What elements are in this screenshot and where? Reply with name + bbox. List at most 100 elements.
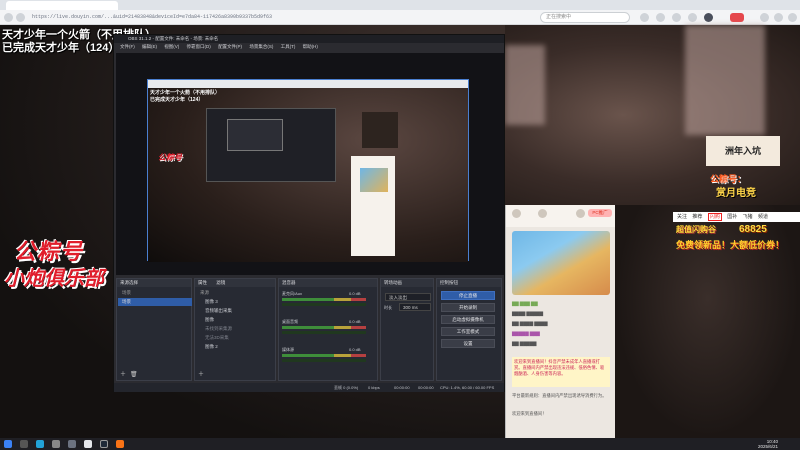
game-thumbnail[interactable] xyxy=(512,231,610,295)
transition-select[interactable]: 淡入淡出 xyxy=(385,293,431,301)
mixer-channel-label: 桌面音频 xyxy=(282,319,298,324)
system-clock[interactable]: 10:40 2025/6/21 xyxy=(758,439,778,449)
obs-icon[interactable] xyxy=(84,440,92,448)
gift-line-1: 超值闪购谷 xyxy=(676,225,716,234)
search-icon[interactable] xyxy=(20,440,28,448)
volume-slider[interactable] xyxy=(282,331,366,334)
nested-capture-3 xyxy=(227,119,283,151)
app-icon[interactable] xyxy=(116,440,124,448)
tab-flash-sale[interactable]: 闪购 xyxy=(707,213,722,221)
blurred-region xyxy=(505,45,545,125)
controls-header: 控制按钮 xyxy=(437,279,501,287)
bell-icon[interactable] xyxy=(656,13,665,22)
menu-tools[interactable]: 工具(T) xyxy=(281,44,296,49)
menu-scene-collection[interactable]: 场景集合(S) xyxy=(249,44,273,49)
nested-promo xyxy=(362,112,398,148)
source-item[interactable]: 图像 3 xyxy=(197,298,273,306)
chat-message: 欢迎来到直播间！ xyxy=(512,411,547,416)
source-item[interactable]: 图像 xyxy=(197,316,273,324)
promo-banner: 洲年入坑 公粽号： 赏月电竞 xyxy=(706,136,784,199)
transition-duration-input[interactable]: 300 ms xyxy=(399,303,431,311)
obs-menu-bar: 文件(F) 编辑(E) 视图(V) 停靠窗口(D) 配置文件(P) 场景集合(S… xyxy=(114,43,504,51)
refresh-icon[interactable] xyxy=(16,13,25,22)
maximize-icon[interactable] xyxy=(774,13,783,22)
bitrate: 0 kbps xyxy=(368,385,380,390)
remove-scene-button[interactable]: 🗑 xyxy=(130,371,138,378)
mixer-header: 混音器 xyxy=(279,279,377,287)
obs-status-bar: 丢帧 0 (0.0%) 0 kbps 00:00:00 00:00:00 CPU… xyxy=(114,383,504,392)
virtual-camera-button[interactable]: 启动虚拟摄像机 xyxy=(441,315,495,324)
overlay-line-2: 已完成天才少年（124） xyxy=(2,42,120,54)
mixer-channel-db: 0.0 dB xyxy=(349,347,361,352)
app-icon[interactable] xyxy=(68,440,76,448)
source-item[interactable]: 图像 2 xyxy=(197,343,273,351)
menu-file[interactable]: 文件(F) xyxy=(120,44,135,49)
obs-window: OBS 31.1.2 - 配置文件: 未命名 - 场景: 未命名 文件(F) 编… xyxy=(113,34,505,392)
avatar[interactable] xyxy=(704,13,713,22)
obs-preview-canvas[interactable]: 天才少年一个火箭（不用排队） 已完成天才少年（124） 公粽号 xyxy=(116,53,504,275)
settings-button[interactable]: 设置 xyxy=(441,339,495,348)
browser-tab-active[interactable] xyxy=(6,1,118,10)
add-source-button[interactable]: ＋ xyxy=(198,369,204,378)
windows-start-icon[interactable] xyxy=(4,440,12,448)
chat-message: 平台最新规则：直播间内严禁出现诱导消费行为。 xyxy=(512,393,607,398)
search-icon[interactable] xyxy=(640,13,649,22)
app-icon[interactable] xyxy=(100,440,108,448)
nested-overlay-line-2: 已完成天才少年（124） xyxy=(150,97,204,103)
logo-line-2: 小炮俱乐部 xyxy=(4,268,104,290)
volume-slider[interactable] xyxy=(282,303,366,306)
source-item[interactable]: 未找到采集源 xyxy=(197,325,273,333)
tab-filters[interactable]: 滤镜 xyxy=(216,280,225,285)
close-icon[interactable] xyxy=(788,13,797,22)
tab-channel[interactable]: 频道 xyxy=(758,214,768,220)
stop-streaming-button[interactable]: 停止直播 xyxy=(441,291,495,300)
chat-message: ▇▇ ▇▇▇ ▇▇ xyxy=(512,301,538,306)
scene-item[interactable]: 场景 xyxy=(118,298,192,306)
transition-duration-label: 时长 xyxy=(384,305,392,310)
tab-follow[interactable]: 关注 xyxy=(677,214,687,220)
message-icon[interactable] xyxy=(672,13,681,22)
download-icon[interactable] xyxy=(688,13,697,22)
scenes-title: 场景 xyxy=(122,290,131,295)
start-recording-button[interactable]: 开始录制 xyxy=(441,303,495,312)
nested-browser-bar xyxy=(148,80,468,88)
tab-recommend[interactable]: 推荐 xyxy=(692,214,702,220)
minimize-icon[interactable] xyxy=(760,13,769,22)
url-input[interactable]: https://live.douyin.com/...&uid=21483848… xyxy=(32,13,272,22)
tab-subsidy[interactable]: 国补 xyxy=(727,214,737,220)
chat-message: ▇▇ ▇▇▇▇▇ xyxy=(512,341,537,346)
gift-icon[interactable] xyxy=(512,209,521,218)
menu-help[interactable]: 帮助(H) xyxy=(303,44,318,49)
tab-fliggy[interactable]: 飞猪 xyxy=(743,214,753,220)
tab-properties[interactable]: 属性 xyxy=(198,280,207,285)
source-item[interactable]: 无法3D采集 xyxy=(197,334,273,342)
studio-mode-button[interactable]: 工作室模式 xyxy=(441,327,495,336)
dropped-frames: 丢帧 0 (0.0%) xyxy=(334,385,359,390)
nested-game-thumbnail xyxy=(360,168,388,192)
cpu-fps: CPU: 1.4%, 60.00 / 60.00 FPS xyxy=(440,385,495,390)
menu-view[interactable]: 视图(V) xyxy=(164,44,179,49)
nested-capture-2 xyxy=(206,108,336,182)
scenes-dock: 来源选择 场景 场景 ＋ 🗑 xyxy=(116,278,192,381)
app-icon[interactable] xyxy=(52,440,60,448)
source-item[interactable]: 音频输出采集 xyxy=(197,307,273,315)
transitions-dock: 转场动画 淡入淡出 时长 300 ms xyxy=(380,278,434,381)
edge-browser-icon[interactable] xyxy=(36,440,44,448)
back-icon[interactable] xyxy=(4,13,13,22)
share-icon[interactable] xyxy=(576,209,585,218)
gift-banner[interactable]: 超值闪购谷 68825 免费领新品！大额低价券！ xyxy=(676,224,796,258)
pc-badge[interactable]: PC推广 xyxy=(588,209,612,217)
nested-overlay-line-1: 天才少年一个火箭（不用排队） xyxy=(150,90,221,96)
menu-edit[interactable]: 编辑(E) xyxy=(142,44,157,49)
promo-title: 洲年入坑 xyxy=(706,136,780,166)
site-search-input[interactable]: 正在搜索中 xyxy=(540,12,630,23)
menu-docks[interactable]: 停靠窗口(D) xyxy=(187,44,211,49)
volume-slider[interactable] xyxy=(282,359,366,362)
live-button[interactable] xyxy=(730,13,744,22)
menu-profile[interactable]: 配置文件(P) xyxy=(218,44,242,49)
chat-message: ▇▇ ▇▇▇▇ ▇▇▇▇ xyxy=(512,321,548,326)
add-scene-button[interactable]: ＋ xyxy=(120,369,126,378)
blurred-region xyxy=(685,25,765,135)
smile-icon[interactable] xyxy=(538,209,547,218)
clock-date: 2025/6/21 xyxy=(757,444,778,449)
